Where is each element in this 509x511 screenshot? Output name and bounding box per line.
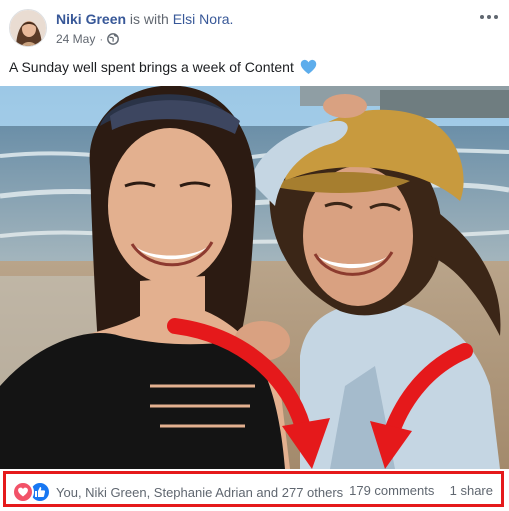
shares-count-link[interactable]: 1 share — [450, 483, 493, 498]
post-date[interactable]: 24 May — [56, 32, 95, 46]
facebook-post: Niki Green is with Elsi Nora. 24 May · A… — [0, 0, 509, 511]
post-options-button[interactable] — [477, 6, 501, 26]
post-caption: A Sunday well spent brings a week of Con… — [9, 57, 317, 77]
ellipsis-icon — [480, 15, 498, 19]
reactions-link[interactable]: You, Niki Green, Stephanie Adrian and 27… — [12, 481, 343, 503]
engagement-counts: 179 comments 1 share — [349, 483, 493, 498]
reaction-summary-text[interactable]: You, Niki Green, Stephanie Adrian and 27… — [56, 485, 343, 500]
post-photo[interactable] — [0, 86, 509, 469]
post-meta: 24 May · — [56, 32, 120, 46]
post-header: Niki Green is with Elsi Nora. 24 May · — [0, 0, 509, 56]
tagged-friend-link[interactable]: Elsi Nora. — [173, 11, 234, 27]
globe-icon[interactable] — [107, 33, 120, 45]
reaction-summary-bar: You, Niki Green, Stephanie Adrian and 27… — [3, 471, 504, 507]
post-author-line: Niki Green is with Elsi Nora. — [56, 11, 233, 27]
avatar-image — [10, 10, 46, 46]
with-text: is with — [129, 11, 169, 27]
author-avatar[interactable] — [9, 9, 47, 47]
author-name-link[interactable]: Niki Green — [56, 11, 126, 27]
selfie-photo — [0, 86, 509, 469]
meta-separator: · — [99, 32, 104, 46]
comments-count-link[interactable]: 179 comments — [349, 483, 434, 498]
blue-heart-icon — [300, 59, 317, 75]
caption-text: A Sunday well spent brings a week of Con… — [9, 59, 294, 75]
love-reaction-icon[interactable] — [12, 481, 34, 503]
